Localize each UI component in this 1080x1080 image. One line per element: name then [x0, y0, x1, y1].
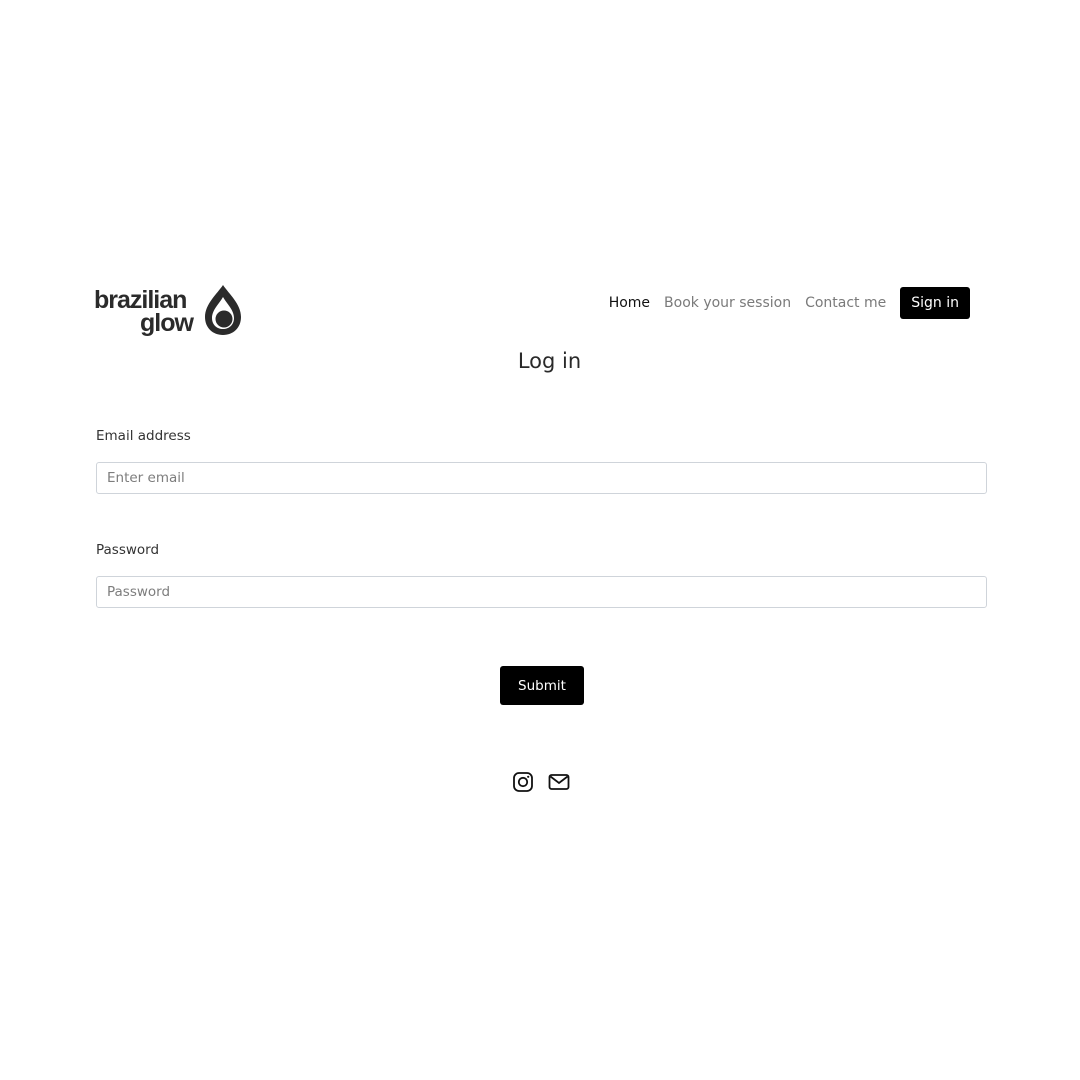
instagram-icon[interactable] [512, 771, 534, 793]
mail-icon[interactable] [548, 771, 570, 793]
nav-link-home[interactable]: Home [609, 295, 650, 311]
logo-text-line2: glow [140, 309, 194, 337]
email-field[interactable] [96, 462, 987, 494]
site-header: brazilian glow Home Book your session Co… [94, 284, 970, 340]
password-field[interactable] [96, 576, 987, 608]
sign-in-button[interactable]: Sign in [900, 287, 970, 319]
password-form-group: Password [96, 540, 987, 608]
nav-link-contact[interactable]: Contact me [805, 295, 886, 311]
submit-button[interactable]: Submit [500, 666, 584, 705]
email-form-group: Email address [96, 426, 987, 494]
main-nav: Home Book your session Contact me Sign i… [609, 287, 970, 319]
login-page: brazilian glow Home Book your session Co… [0, 0, 1080, 1080]
page-title: Log in [517, 349, 582, 373]
brand-logo[interactable]: brazilian glow [94, 284, 244, 338]
social-links [512, 771, 570, 793]
flame-drop-icon [205, 285, 241, 335]
nav-link-book-session[interactable]: Book your session [664, 295, 791, 311]
password-label: Password [96, 542, 160, 558]
email-label: Email address [96, 428, 191, 444]
